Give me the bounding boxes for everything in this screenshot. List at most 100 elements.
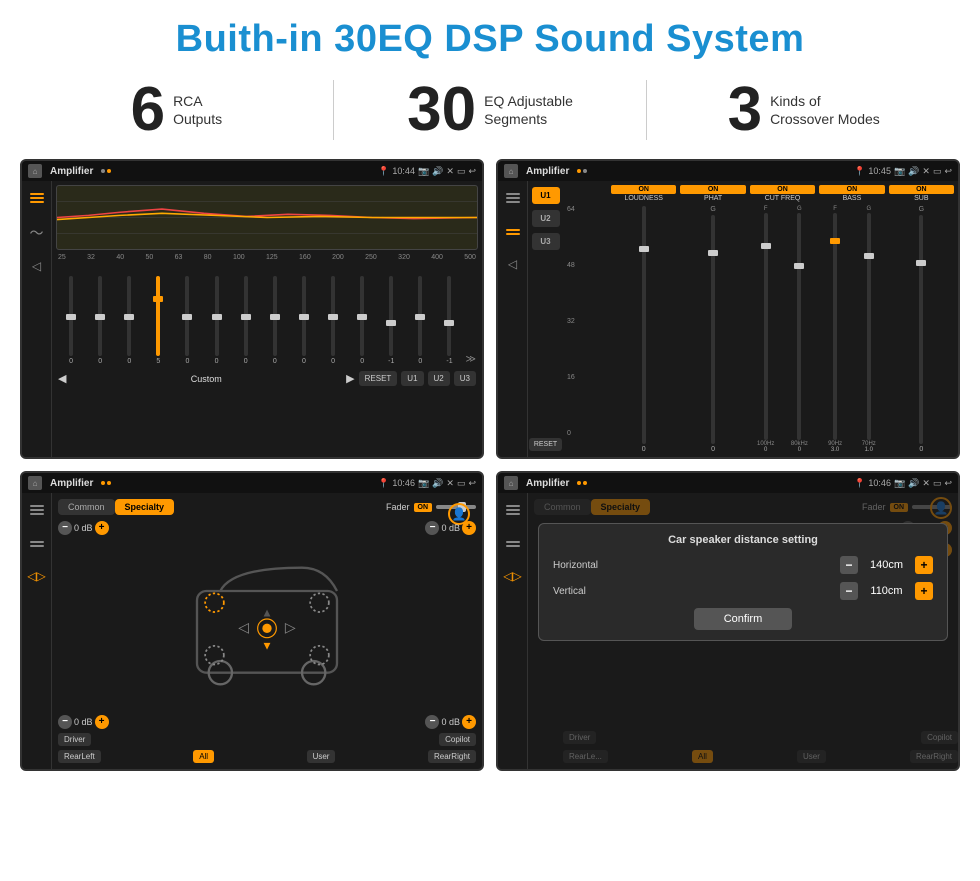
- rearleft-btn[interactable]: RearLeft: [58, 750, 101, 763]
- common-status-right: 📍 10:46 📷 🔊 ✕ ▭ ↩: [378, 478, 476, 489]
- bass-f-fader[interactable]: 90Hz 3.0: [819, 213, 851, 453]
- horizontal-minus-btn[interactable]: −: [840, 556, 858, 574]
- driver-btn[interactable]: Driver: [58, 733, 91, 746]
- crossover-u3-btn[interactable]: U3: [532, 233, 560, 250]
- vertical-minus-btn[interactable]: −: [840, 582, 858, 600]
- eq-vol-side-icon[interactable]: ◁: [32, 259, 41, 273]
- crossover-u1-btn[interactable]: U1: [532, 187, 560, 204]
- eq-slider-8[interactable]: 0: [262, 265, 288, 365]
- cutfreq-label: CUT FREQ: [750, 195, 815, 202]
- eq-slider-7[interactable]: 0: [233, 265, 259, 365]
- dialog-vol-side-icon[interactable]: ◁▷: [503, 569, 521, 583]
- cutfreq-g-fader[interactable]: 80kHz 0: [784, 213, 816, 453]
- rearright-btn[interactable]: RearRight: [428, 750, 476, 763]
- stat-rca: 6 RCAOutputs: [20, 79, 333, 141]
- eq-u2-btn[interactable]: U2: [428, 371, 450, 386]
- bottom-left-plus[interactable]: +: [95, 715, 109, 729]
- crossover-rect-icon: ▭: [933, 166, 942, 177]
- phat-on[interactable]: ON: [680, 185, 745, 194]
- sub-fader[interactable]: G 0: [889, 206, 954, 453]
- bottom-right-minus[interactable]: −: [425, 715, 439, 729]
- top-left-minus[interactable]: −: [58, 521, 72, 535]
- eq-slider-5[interactable]: 0: [174, 265, 200, 365]
- eq-u3-btn[interactable]: U3: [454, 371, 476, 386]
- dialog-x-icon: ✕: [922, 478, 930, 489]
- dialog-back-icon[interactable]: ↩: [944, 478, 952, 489]
- eq-slider-2[interactable]: 0: [87, 265, 113, 365]
- fader-on-badge[interactable]: ON: [414, 503, 433, 512]
- stat-eq-label: EQ AdjustableSegments: [484, 92, 573, 128]
- eq-slider-1[interactable]: 0: [58, 265, 84, 365]
- eq-settings-icon[interactable]: [28, 189, 46, 207]
- cutfreq-on[interactable]: ON: [750, 185, 815, 194]
- stat-eq-number: 30: [407, 79, 476, 141]
- common-vol-side-icon[interactable]: ◁▷: [27, 569, 45, 583]
- crossover-wave-icon[interactable]: [504, 223, 522, 241]
- common-wave-icon[interactable]: [28, 535, 46, 553]
- loudness-on[interactable]: ON: [611, 185, 676, 194]
- dialog-main: Common Specialty Fader ON 👤: [528, 493, 958, 769]
- bottom-right-plus[interactable]: +: [462, 715, 476, 729]
- home-icon-eq[interactable]: ⌂: [28, 164, 42, 178]
- eq-preset-name: Custom: [70, 374, 342, 384]
- loudness-fader[interactable]: 0: [611, 206, 676, 453]
- confirm-button[interactable]: Confirm: [694, 608, 793, 630]
- bass-g-fader[interactable]: 70Hz 1.0: [853, 213, 885, 453]
- bass-on[interactable]: ON: [819, 185, 884, 194]
- car-diagram-area: − 0 dB + − 0 dB +: [58, 521, 476, 763]
- eq-next-icon[interactable]: ▶: [346, 372, 354, 385]
- screen-eq: ⌂ Amplifier 📍 10:44 📷 🔊 ✕ ▭ ↩: [20, 159, 484, 459]
- all-btn[interactable]: All: [193, 750, 214, 763]
- eq-slider-3[interactable]: 0: [116, 265, 142, 365]
- common-settings-icon[interactable]: [28, 501, 46, 519]
- home-icon-crossover[interactable]: ⌂: [504, 164, 518, 178]
- bottom-left-minus[interactable]: −: [58, 715, 72, 729]
- crossover-reset-btn[interactable]: RESET: [529, 438, 562, 451]
- crossover-vol-side-icon[interactable]: ◁: [508, 257, 517, 271]
- eq-prev-icon[interactable]: ◀: [58, 372, 66, 385]
- copilot-btn[interactable]: Copilot: [439, 733, 476, 746]
- home-icon-dialog[interactable]: ⌂: [504, 476, 518, 490]
- phat-fader[interactable]: G 0: [680, 206, 745, 453]
- eq-slider-11[interactable]: 0: [349, 265, 375, 365]
- cutfreq-f-fader[interactable]: 100Hz 0: [750, 213, 782, 453]
- eq-slider-14[interactable]: -1: [436, 265, 462, 365]
- eq-reset-btn[interactable]: RESET: [359, 371, 398, 386]
- svg-text:▼: ▼: [261, 639, 273, 652]
- home-icon-common[interactable]: ⌂: [28, 476, 42, 490]
- eq-more-icon[interactable]: ≫: [466, 354, 476, 365]
- sub-on[interactable]: ON: [889, 185, 954, 194]
- tab-common[interactable]: Common: [58, 499, 115, 515]
- dialog-vol-icon: 🔊: [908, 478, 919, 489]
- dialog-settings-icon[interactable]: [504, 501, 522, 519]
- eq-slider-6[interactable]: 0: [204, 265, 230, 365]
- dialog-wave-icon[interactable]: [504, 535, 522, 553]
- eq-slider-13[interactable]: 0: [407, 265, 433, 365]
- top-right-plus[interactable]: +: [462, 521, 476, 535]
- eq-slider-12[interactable]: -1: [378, 265, 404, 365]
- eq-u1-btn[interactable]: U1: [401, 371, 423, 386]
- status-bar-eq: ⌂ Amplifier 📍 10:44 📷 🔊 ✕ ▭ ↩: [22, 161, 482, 181]
- screen-common: ⌂ Amplifier 📍 10:46 📷 🔊 ✕ ▭ ↩: [20, 471, 484, 771]
- eq-slider-9[interactable]: 0: [291, 265, 317, 365]
- eq-back-icon[interactable]: ↩: [468, 166, 476, 177]
- eq-slider-10[interactable]: 0: [320, 265, 346, 365]
- crossover-cam-icon: 📷: [894, 166, 905, 177]
- crossover-u2-btn[interactable]: U2: [532, 210, 560, 227]
- screenshots-grid: ⌂ Amplifier 📍 10:44 📷 🔊 ✕ ▭ ↩: [20, 159, 960, 771]
- crossover-back-icon[interactable]: ↩: [944, 166, 952, 177]
- tab-specialty[interactable]: Specialty: [115, 499, 175, 515]
- eq-wave-icon[interactable]: 〜: [30, 223, 44, 243]
- car-svg-container: ◁ ▷ ▲ ▼: [58, 539, 476, 713]
- vertical-plus-btn[interactable]: +: [915, 582, 933, 600]
- screen-crossover: ⌂ Amplifier 📍 10:45 📷 🔊 ✕ ▭ ↩: [496, 159, 960, 459]
- eq-slider-4[interactable]: 5: [145, 265, 171, 365]
- svg-text:▷: ▷: [285, 619, 296, 635]
- horizontal-plus-btn[interactable]: +: [915, 556, 933, 574]
- common-back-icon[interactable]: ↩: [468, 478, 476, 489]
- user-btn[interactable]: User: [307, 750, 336, 763]
- top-left-plus[interactable]: +: [95, 521, 109, 535]
- top-right-minus[interactable]: −: [425, 521, 439, 535]
- eq-x-icon: ✕: [446, 166, 454, 177]
- crossover-settings-icon[interactable]: [504, 189, 522, 207]
